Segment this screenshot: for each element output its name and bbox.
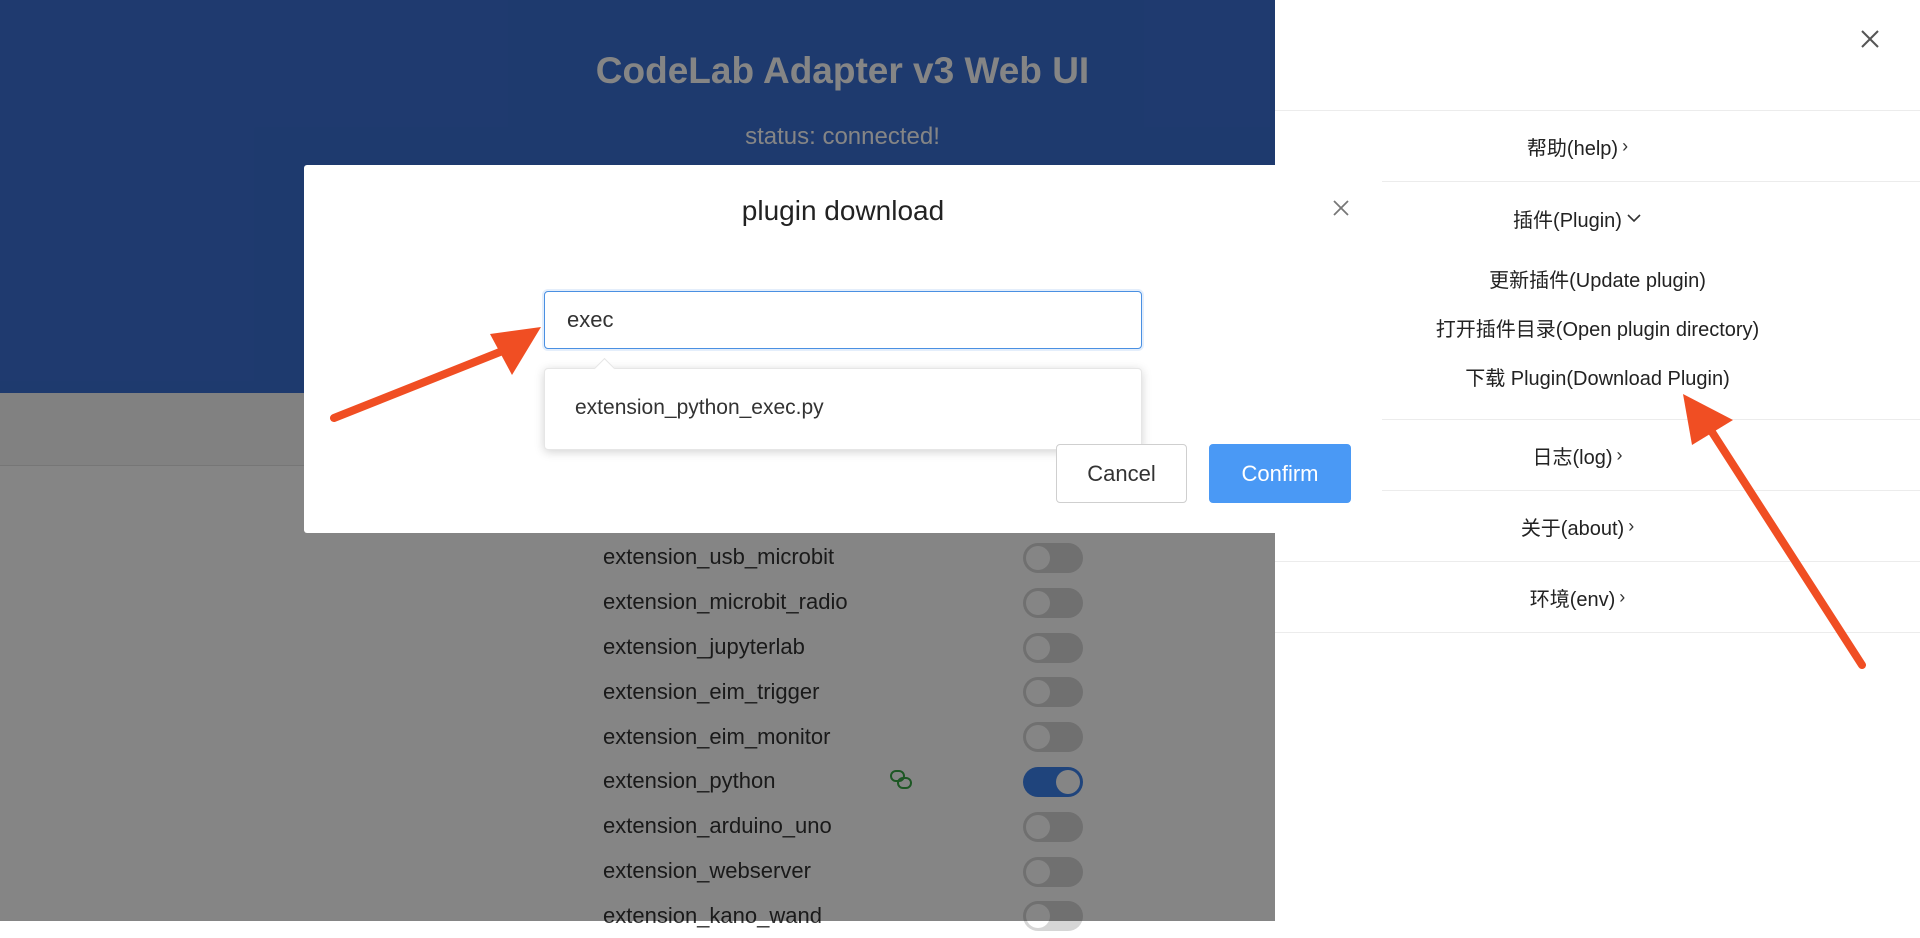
autocomplete-dropdown: extension_python_exec.py	[544, 368, 1142, 450]
autocomplete-option[interactable]: extension_python_exec.py	[575, 396, 824, 420]
dialog-title: plugin download	[741, 195, 945, 226]
menu-item-label: 帮助(help)	[1526, 137, 1619, 160]
close-icon[interactable]	[1330, 197, 1352, 219]
cancel-button[interactable]: Cancel	[1056, 444, 1187, 503]
plugin-search-input[interactable]	[544, 291, 1142, 349]
close-icon[interactable]	[1855, 24, 1885, 54]
chevron-right-icon: ›	[1616, 444, 1623, 465]
menu-item-label: 环境(env)	[1529, 588, 1616, 611]
chevron-right-icon: ›	[1619, 586, 1626, 607]
plugin-download-dialog: plugin download extension_python_exec.py…	[304, 165, 1382, 533]
chevron-right-icon: ›	[1628, 515, 1635, 536]
menu-item-env[interactable]: 环境(env) ›	[1275, 562, 1920, 633]
menu-item-label: 插件(Plugin)	[1513, 209, 1622, 232]
chevron-down-icon	[1627, 214, 1641, 223]
menu-item-label: 关于(about)	[1520, 517, 1625, 540]
confirm-button[interactable]: Confirm	[1209, 444, 1351, 503]
chevron-right-icon: ›	[1622, 135, 1629, 156]
menu-item-label: 日志(log)	[1532, 446, 1613, 469]
